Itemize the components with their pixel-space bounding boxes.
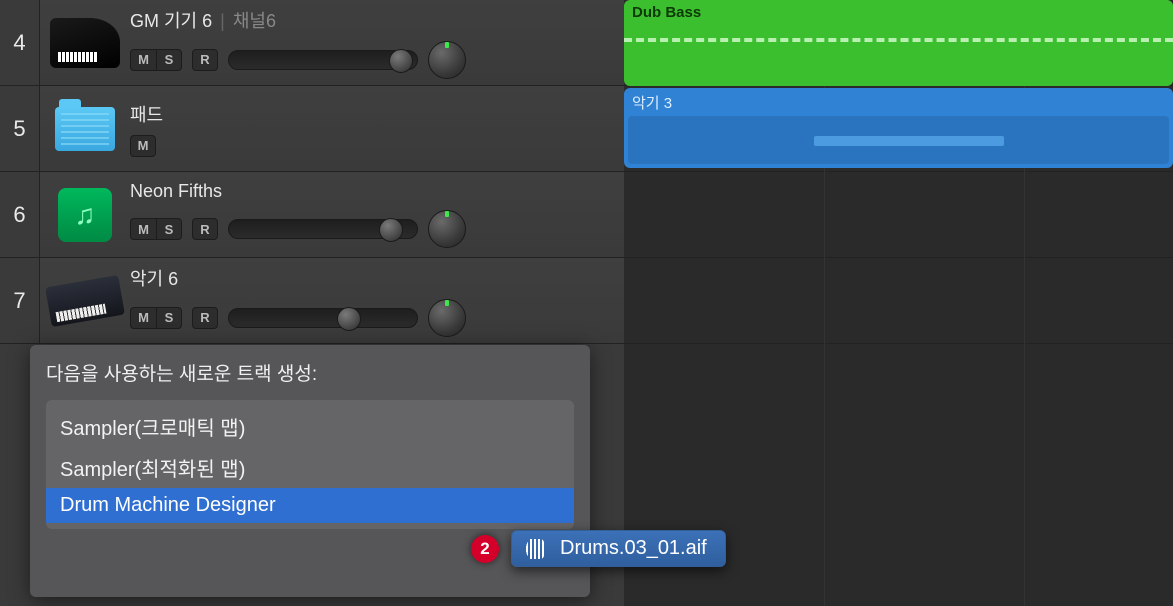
- solo-button[interactable]: S: [156, 49, 182, 71]
- arrange-lane[interactable]: [624, 172, 1173, 258]
- track-name: Neon Fifths: [130, 181, 222, 202]
- synth-icon: [45, 274, 125, 326]
- midi-region-dub-bass[interactable]: Dub Bass: [624, 0, 1173, 86]
- popup-option-drum-machine-designer[interactable]: Drum Machine Designer: [46, 488, 574, 523]
- record-enable-button[interactable]: R: [192, 49, 218, 71]
- dragged-file-name: Drums.03_01.aif: [560, 537, 707, 560]
- mute-button[interactable]: M: [130, 307, 156, 329]
- pan-knob[interactable]: [428, 210, 466, 248]
- mute-button[interactable]: M: [130, 135, 156, 157]
- track-number: 7: [0, 258, 40, 343]
- music-note-icon: ♫: [58, 188, 112, 242]
- track-instrument-icon[interactable]: [40, 0, 130, 85]
- region-label: 악기 3: [632, 95, 672, 112]
- solo-button[interactable]: S: [156, 307, 182, 329]
- track-channel-label: 채널6: [233, 7, 276, 33]
- track-row[interactable]: 6 ♫ Neon Fifths M S R: [0, 172, 624, 258]
- arrange-grid[interactable]: Dub Bass 악기 3: [624, 0, 1173, 606]
- volume-slider[interactable]: [228, 308, 418, 328]
- volume-slider[interactable]: [228, 50, 418, 70]
- piano-icon: [50, 18, 120, 68]
- record-enable-button[interactable]: R: [192, 218, 218, 240]
- track-row[interactable]: 5 패드 M: [0, 86, 624, 172]
- volume-thumb[interactable]: [379, 218, 403, 242]
- pan-knob[interactable]: [428, 41, 466, 79]
- region-label: Dub Bass: [632, 4, 701, 21]
- track-name: 악기 6: [130, 265, 178, 291]
- track-number: 6: [0, 172, 40, 257]
- dragged-audio-file[interactable]: Drums.03_01.aif: [511, 530, 726, 567]
- track-name: GM 기기 6: [130, 7, 212, 33]
- track-instrument-icon[interactable]: ♫: [40, 172, 130, 257]
- popup-option-sampler-chromatic[interactable]: Sampler(크로매틱 맵): [46, 406, 574, 447]
- track-row[interactable]: 4 GM 기기 6 | 채널6 M S R: [0, 0, 624, 86]
- track-name: 패드: [130, 101, 163, 127]
- midi-note-icon: [814, 136, 1004, 146]
- solo-button[interactable]: S: [156, 218, 182, 240]
- mute-button[interactable]: M: [130, 218, 156, 240]
- popup-title: 다음을 사용하는 새로운 트랙 생성:: [46, 359, 574, 386]
- midi-region-instrument3[interactable]: 악기 3: [624, 88, 1173, 168]
- record-enable-button[interactable]: R: [192, 307, 218, 329]
- track-separator: |: [220, 11, 225, 32]
- track-number: 4: [0, 0, 40, 85]
- drag-preview: 2 Drums.03_01.aif: [471, 530, 726, 567]
- waveform-icon: [522, 539, 550, 559]
- volume-thumb[interactable]: [337, 307, 361, 331]
- volume-slider[interactable]: [228, 219, 418, 239]
- track-row[interactable]: 7 악기 6 M S R: [0, 258, 624, 344]
- track-number: 5: [0, 86, 40, 171]
- track-folder-icon[interactable]: [40, 86, 130, 171]
- track-instrument-icon[interactable]: [40, 258, 130, 343]
- pan-knob[interactable]: [428, 299, 466, 337]
- folder-icon: [55, 107, 115, 151]
- popup-option-list: Sampler(크로매틱 맵) Sampler(최적화된 맵) Drum Mac…: [46, 400, 574, 529]
- mute-button[interactable]: M: [130, 49, 156, 71]
- volume-thumb[interactable]: [389, 49, 413, 73]
- arrange-lane[interactable]: [624, 258, 1173, 344]
- popup-option-sampler-optimized[interactable]: Sampler(최적화된 맵): [46, 447, 574, 488]
- callout-badge: 2: [471, 535, 499, 563]
